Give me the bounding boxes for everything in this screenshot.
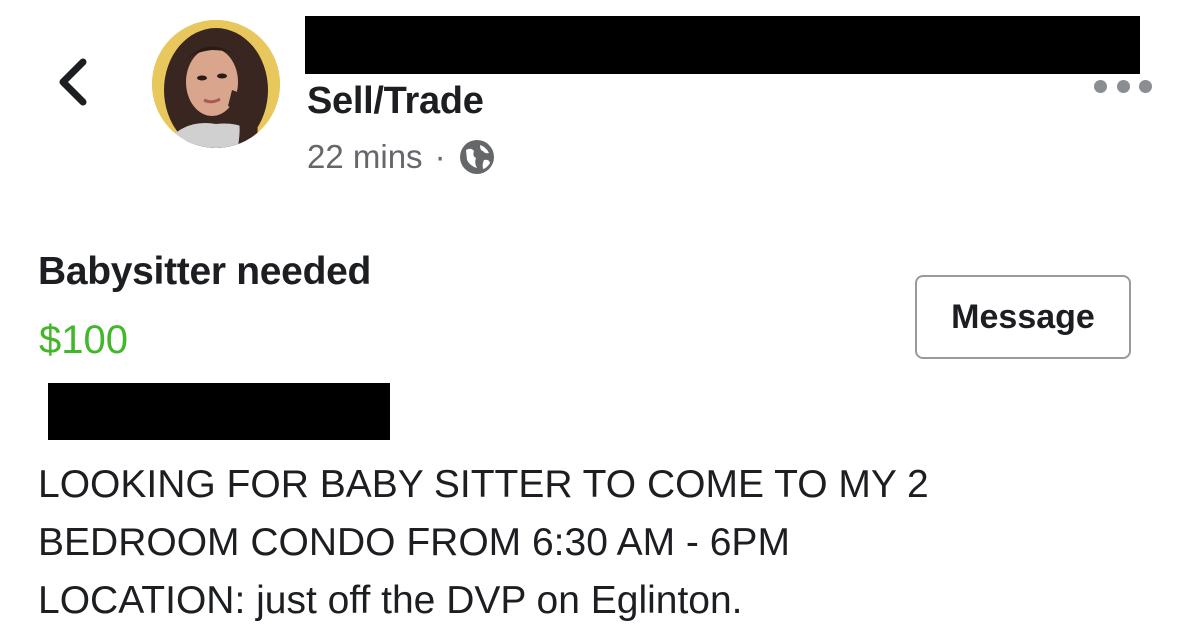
- message-button[interactable]: Message: [915, 275, 1131, 359]
- more-options-dot: [1116, 79, 1130, 93]
- description-line: LOOKING FOR BABY SITTER TO COME TO MY 2: [38, 463, 929, 506]
- redacted-name: [305, 16, 1140, 74]
- listing-description: LOOKING FOR BABY SITTER TO COME TO MY 2 …: [38, 456, 1178, 630]
- chevron-left-icon: [59, 58, 87, 106]
- post-meta: 22 mins ·: [307, 138, 496, 176]
- more-options-icon: [1094, 79, 1107, 93]
- post-time[interactable]: 22 mins: [307, 138, 423, 176]
- back-button[interactable]: [48, 52, 98, 112]
- listing-price: $100: [39, 318, 128, 362]
- meta-separator: ·: [434, 138, 446, 175]
- avatar[interactable]: [152, 20, 280, 148]
- more-options-dot: [1139, 79, 1152, 93]
- more-options-button[interactable]: [1094, 74, 1152, 98]
- listing-title: Babysitter needed: [38, 250, 372, 293]
- group-name[interactable]: Sell/Trade: [307, 80, 484, 123]
- description-line: LOCATION: just off the DVP on Eglinton.: [38, 579, 743, 622]
- redacted-text: [48, 383, 390, 440]
- description-line: BEDROOM CONDO FROM 6:30 AM - 6PM: [38, 521, 790, 564]
- globe-icon: [459, 140, 494, 174]
